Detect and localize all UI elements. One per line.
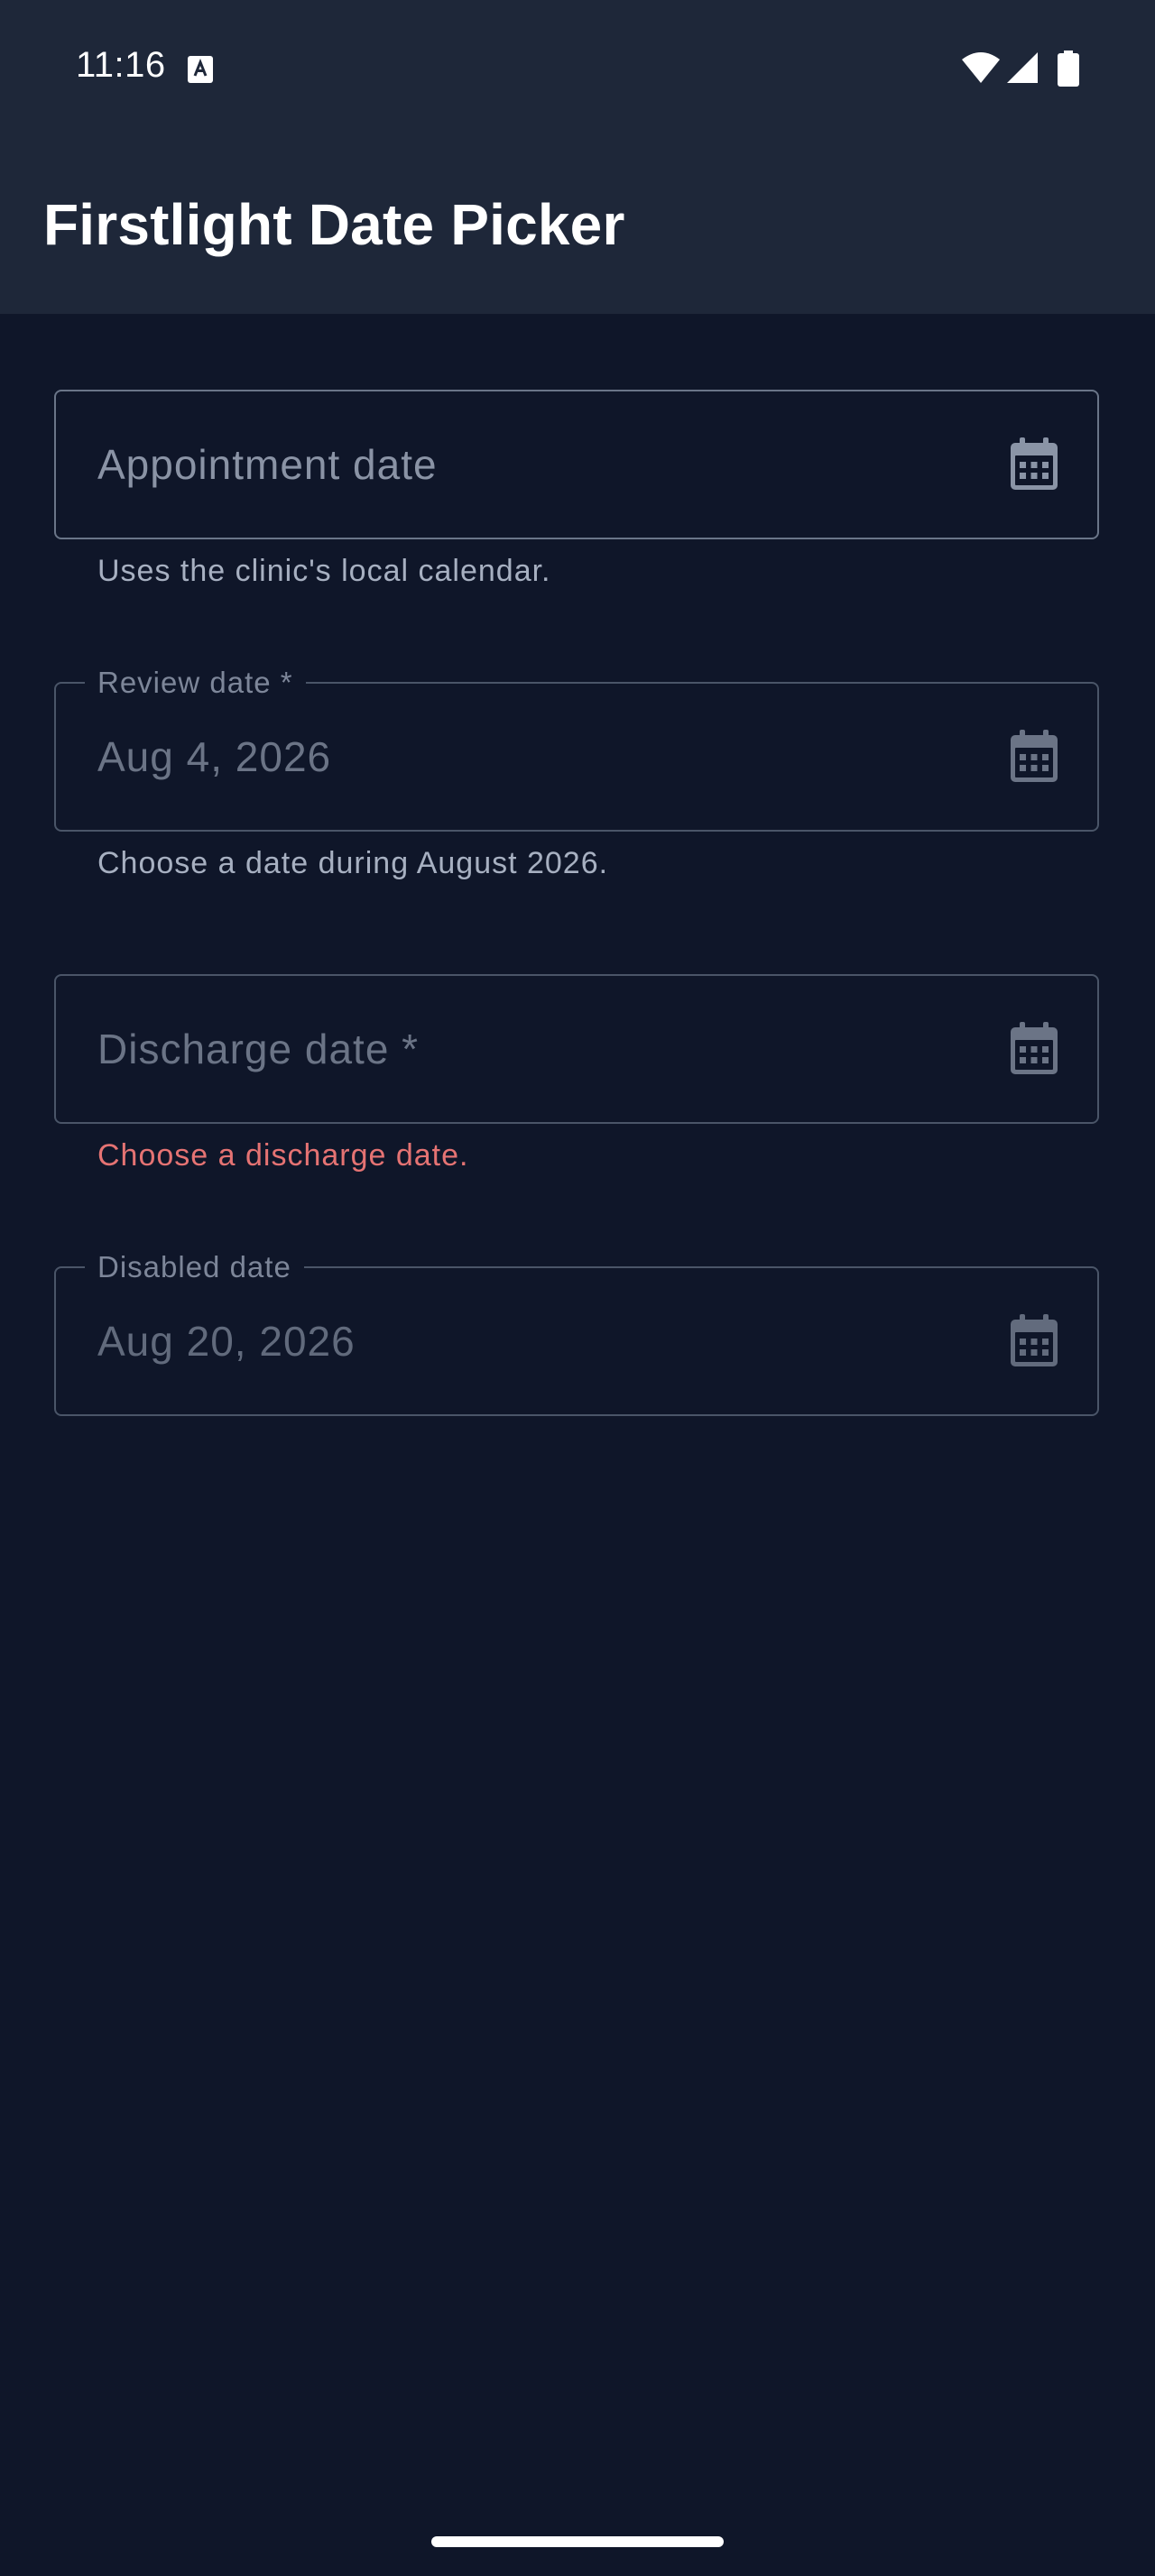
review-date-label: Review date * bbox=[85, 667, 306, 698]
keyboard-a-icon bbox=[188, 56, 213, 83]
wifi-icon bbox=[962, 52, 1000, 83]
review-date-value: Aug 4, 2026 bbox=[97, 733, 332, 780]
battery-icon bbox=[1058, 51, 1079, 87]
status-bar: 11:16 bbox=[0, 0, 1155, 143]
appointment-date-field[interactable]: Appointment date bbox=[54, 390, 1099, 539]
review-date-helper: Choose a date during August 2026. bbox=[97, 846, 609, 880]
appointment-date-helper: Uses the clinic's local calendar. bbox=[97, 554, 551, 588]
calendar-icon[interactable] bbox=[1009, 1022, 1059, 1076]
disabled-date-label: Disabled date bbox=[85, 1252, 304, 1283]
discharge-date-placeholder: Discharge date * bbox=[97, 1026, 420, 1072]
signal-icon bbox=[1007, 52, 1038, 83]
page-title: Firstlight Date Picker bbox=[43, 192, 625, 257]
disabled-date-value: Aug 20, 2026 bbox=[97, 1318, 356, 1365]
calendar-icon bbox=[1011, 1314, 1058, 1366]
calendar-icon[interactable] bbox=[1009, 437, 1059, 492]
disabled-date-field: Disabled date Aug 20, 2026 bbox=[54, 1252, 1099, 1416]
gesture-nav-handle[interactable] bbox=[431, 2536, 724, 2547]
review-date-field[interactable]: Review date * Aug 4, 2026 bbox=[54, 667, 1099, 832]
appointment-date-placeholder: Appointment date bbox=[97, 441, 438, 488]
discharge-date-field[interactable]: Discharge date * bbox=[54, 974, 1099, 1124]
status-time: 11:16 bbox=[76, 45, 166, 85]
discharge-date-error: Choose a discharge date. bbox=[97, 1138, 469, 1173]
calendar-icon[interactable] bbox=[1009, 730, 1059, 784]
